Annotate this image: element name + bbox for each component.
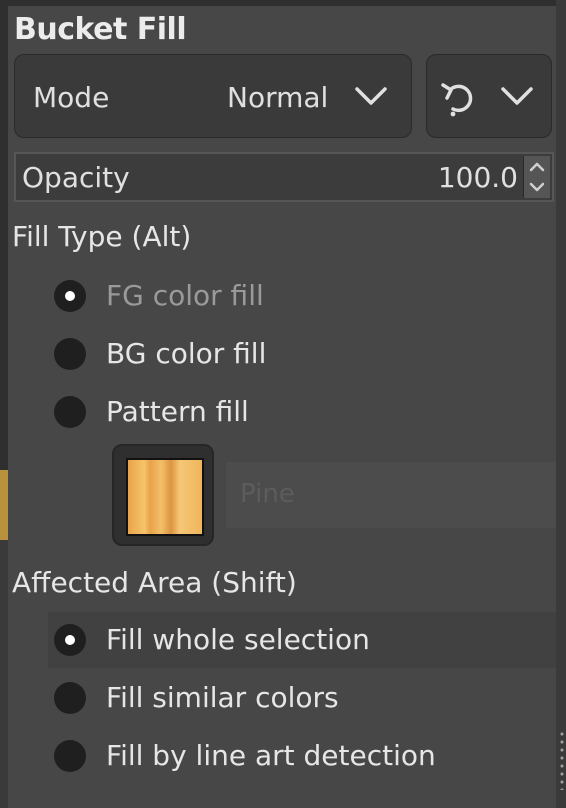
affected-area-label: Affected Area (Shift) <box>12 566 297 599</box>
opacity-slider[interactable]: Opacity 100.0 <box>14 152 554 202</box>
window-left-edge <box>0 0 8 808</box>
radio-label: FG color fill <box>106 279 264 312</box>
window-right-edge <box>556 0 566 808</box>
radio-fill-by-line-art[interactable]: Fill by line art detection <box>48 728 556 784</box>
mode-value: Normal <box>227 81 329 114</box>
radio-label: Pattern fill <box>106 395 249 428</box>
radio-fill-whole-selection[interactable]: Fill whole selection <box>48 612 556 668</box>
chevron-down-icon <box>355 87 387 105</box>
mode-select[interactable]: Mode Normal <box>14 54 412 138</box>
mode-reset-button[interactable] <box>426 54 552 138</box>
radio-fill-similar-colors[interactable]: Fill similar colors <box>48 670 556 726</box>
resize-grip-icon[interactable] <box>558 730 566 790</box>
radio-unchecked-icon <box>54 396 86 428</box>
opacity-value: 100.0 <box>437 161 518 194</box>
pattern-name: Pine <box>240 479 295 509</box>
radio-fg-color-fill[interactable]: FG color fill <box>48 268 556 324</box>
radio-unchecked-icon <box>54 338 86 370</box>
radio-checked-icon <box>54 280 86 312</box>
radio-label: BG color fill <box>106 337 267 370</box>
spinner-arrows-icon[interactable] <box>523 156 550 198</box>
radio-label: Fill similar colors <box>106 681 339 714</box>
mode-label: Mode <box>33 81 110 114</box>
radio-unchecked-icon <box>54 682 86 714</box>
pattern-select-button[interactable] <box>112 444 214 546</box>
panel-title: Bucket Fill <box>14 12 187 47</box>
bucket-fill-tool-options: Bucket Fill Mode Normal Opacity 100.0 Fi… <box>8 6 556 808</box>
radio-label: Fill whole selection <box>106 623 370 656</box>
reset-icon <box>441 83 473 117</box>
fill-type-label: Fill Type (Alt) <box>12 220 192 253</box>
radio-checked-icon <box>54 624 86 656</box>
radio-pattern-fill[interactable]: Pattern fill <box>48 384 556 440</box>
radio-unchecked-icon <box>54 740 86 772</box>
chevron-down-icon <box>501 87 533 105</box>
pattern-swatch <box>126 458 204 536</box>
opacity-label: Opacity <box>22 161 130 194</box>
pattern-name-field: Pine <box>226 462 556 528</box>
radio-label: Fill by line art detection <box>106 739 436 772</box>
radio-bg-color-fill[interactable]: BG color fill <box>48 326 556 382</box>
